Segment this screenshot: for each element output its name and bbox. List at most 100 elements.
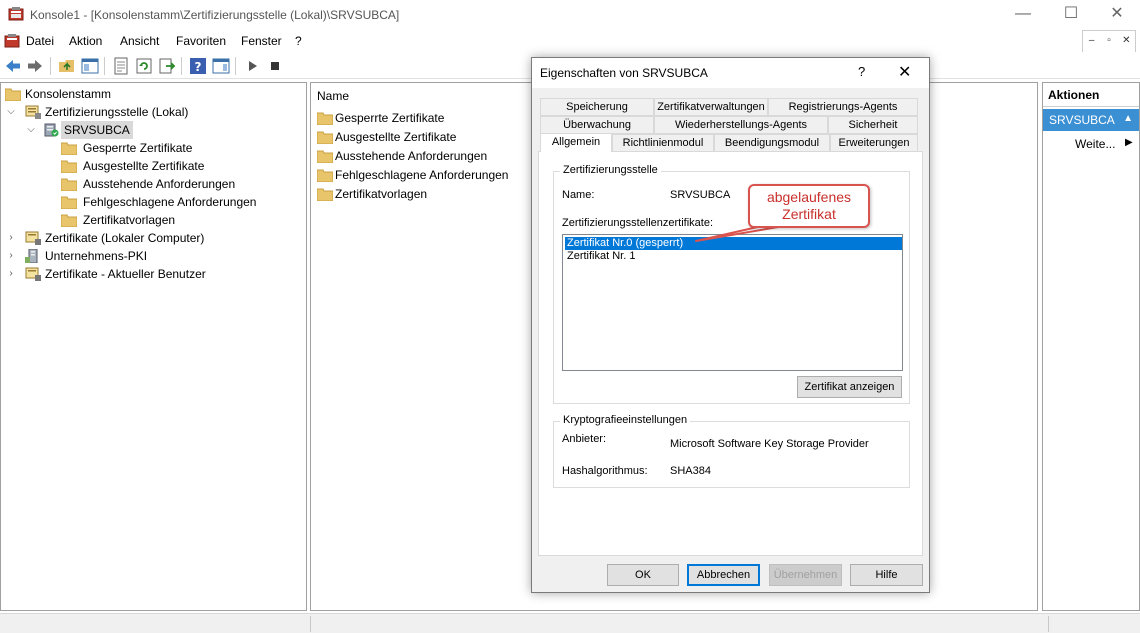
tab-speicherung[interactable]: Speicherung — [540, 98, 654, 116]
window-titlebar: Konsole1 - [Konsolenstamm\Zertifizierung… — [0, 0, 1140, 30]
help-icon[interactable]: ? — [189, 57, 207, 75]
ok-button[interactable]: OK — [607, 564, 679, 586]
tab-ueberwachung[interactable]: Überwachung — [540, 116, 654, 134]
list-item-label: Zertifikatvorlagen — [335, 187, 428, 201]
tree-label-pending: Ausstehende Anforderungen — [83, 177, 236, 191]
menu-help[interactable]: ? — [295, 34, 302, 48]
folder-icon — [317, 112, 333, 125]
tab-wiederherstellungs-agents[interactable]: Wiederherstellungs-Agents — [654, 116, 828, 134]
folder-icon — [317, 188, 333, 201]
provider-value: Microsoft Software Key Storage Provider — [670, 438, 869, 450]
forward-arrow-icon[interactable] — [26, 57, 44, 75]
folder-icon — [317, 150, 333, 163]
more-actions-link[interactable]: Weite... — [1075, 137, 1115, 151]
refresh-icon[interactable] — [135, 57, 153, 75]
properties-icon[interactable] — [112, 57, 130, 75]
expand-chevron-icon[interactable]: › — [5, 265, 17, 283]
up-folder-icon[interactable] — [58, 57, 76, 75]
tree-label-ca-local: Zertifizierungsstelle (Lokal) — [45, 105, 189, 119]
crypto-groupbox: Kryptografieeinstellungen — [553, 414, 910, 488]
export-list-icon[interactable] — [158, 57, 176, 75]
folder-icon — [61, 178, 77, 191]
list-item-label: Ausstehende Anforderungen — [335, 149, 488, 163]
properties-dialog: Eigenschaften von SRVSUBCA ? ✕ Speicheru… — [531, 57, 930, 593]
tab-erweiterungen[interactable]: Erweiterungen — [830, 134, 918, 152]
tree-label-server: SRVSUBCA — [61, 121, 133, 139]
cert-list-item-1[interactable]: Zertifikat Nr. 1 — [565, 250, 902, 263]
annotation-callout: abgelaufenes Zertifikat — [748, 184, 870, 228]
close-button[interactable]: ✕ — [1094, 0, 1140, 30]
window-title: Konsole1 - [Konsolenstamm\Zertifizierung… — [30, 8, 400, 22]
menu-ansicht[interactable]: Ansicht — [120, 34, 159, 48]
tab-richtlinienmodul[interactable]: Richtlinienmodul — [612, 134, 714, 152]
folder-icon — [61, 160, 77, 173]
show-hide-tree-icon[interactable] — [81, 57, 99, 75]
tree-label-revoked: Gesperrte Zertifikate — [83, 141, 193, 155]
tree-label-enterprise-pki: Unternehmens-PKI — [45, 249, 148, 263]
menu-aktion[interactable]: Aktion — [69, 34, 102, 48]
tab-sicherheit[interactable]: Sicherheit — [828, 116, 918, 134]
ca-certificates-list[interactable]: Zertifikat Nr.0 (gesperrt) Zertifikat Nr… — [562, 234, 903, 371]
folder-icon — [61, 214, 77, 227]
folder-icon — [5, 88, 21, 101]
ca-certs-label: Zertifizierungsstellenzertifikate: — [562, 217, 714, 229]
hash-label: Hashalgorithmus: — [562, 465, 648, 477]
stop-service-icon[interactable] — [266, 57, 284, 75]
expand-chevron-icon[interactable]: › — [5, 247, 17, 265]
certification-authority-icon — [25, 105, 41, 119]
tree-label-failed: Fehlgeschlagene Anforderungen — [83, 195, 257, 209]
start-service-icon[interactable] — [244, 57, 262, 75]
actions-section-srvsubca[interactable]: SRVSUBCA ▲ — [1043, 109, 1139, 131]
dialog-help-button[interactable]: ? — [858, 64, 865, 79]
dialog-title: Eigenschaften von SRVSUBCA — [540, 66, 708, 80]
dialog-titlebar: Eigenschaften von SRVSUBCA ? ✕ — [532, 58, 929, 88]
list-item-label: Gesperrte Zertifikate — [335, 111, 445, 125]
mdi-minimize-button[interactable]: – — [1083, 31, 1100, 52]
folder-icon — [61, 196, 77, 209]
provider-label: Anbieter: — [562, 433, 607, 445]
collapse-chevron-icon[interactable]: ⌵ — [5, 103, 17, 121]
status-bar — [0, 613, 1140, 633]
tab-zertifikatverwaltungen[interactable]: Zertifikatverwaltungen — [654, 98, 768, 116]
mdi-close-button[interactable]: ✕ — [1118, 31, 1135, 52]
minimize-button[interactable]: — — [1000, 0, 1046, 30]
cancel-button[interactable]: Abbrechen — [687, 564, 760, 586]
actions-section-label: SRVSUBCA — [1049, 113, 1115, 127]
menu-bar: Datei Aktion Ansicht Favoriten Fenster ? — [0, 30, 1140, 52]
tree-label-templates: Zertifikatvorlagen — [83, 213, 176, 227]
back-arrow-icon[interactable] — [4, 57, 22, 75]
column-header-name[interactable]: Name — [317, 89, 349, 103]
tab-allgemein[interactable]: Allgemein — [540, 133, 612, 152]
menu-datei[interactable]: Datei — [26, 34, 54, 48]
callout-line-1: abgelaufenes — [766, 189, 852, 205]
help-button[interactable]: Hilfe — [850, 564, 923, 586]
folder-icon — [61, 142, 77, 155]
view-certificate-button[interactable]: Zertifikat anzeigen — [797, 376, 902, 398]
ca-group-title: Zertifizierungsstelle — [560, 164, 661, 176]
name-label: Name: — [562, 189, 595, 201]
menu-favoriten[interactable]: Favoriten — [176, 34, 226, 48]
mdi-window-buttons: – ▫ ✕ — [1082, 30, 1136, 52]
menu-fenster[interactable]: Fenster — [241, 34, 282, 48]
svg-text:?: ? — [195, 60, 202, 74]
collapse-chevron-icon[interactable]: ⌵ — [25, 121, 37, 139]
maximize-button[interactable]: ☐ — [1048, 0, 1094, 30]
console-tree: Konsolenstamm ⌵ Zertifizierungsstelle (L… — [0, 82, 307, 611]
dialog-close-button[interactable]: ✕ — [898, 62, 911, 82]
cert-list-item-0[interactable]: Zertifikat Nr.0 (gesperrt) — [565, 237, 902, 250]
expand-chevron-icon[interactable]: › — [5, 229, 17, 247]
show-action-pane-icon[interactable] — [212, 57, 230, 75]
hash-value: SHA384 — [670, 465, 711, 477]
collapse-triangle-icon[interactable]: ▲ — [1123, 113, 1133, 124]
tab-beendigungsmodul[interactable]: Beendigungsmodul — [714, 134, 830, 152]
tree-label-issued: Ausgestellte Zertifikate — [83, 159, 205, 173]
tree-label-certs-computer: Zertifikate (Lokaler Computer) — [45, 231, 205, 245]
folder-icon — [317, 131, 333, 144]
actions-header: Aktionen — [1043, 83, 1139, 107]
mdi-restore-button[interactable]: ▫ — [1100, 31, 1117, 52]
mmc-menu-icon[interactable] — [4, 33, 20, 48]
folder-icon — [317, 169, 333, 182]
certificates-snapin-icon — [25, 267, 41, 281]
tab-registrierungs-agents[interactable]: Registrierungs-Agents — [768, 98, 918, 116]
name-value: SRVSUBCA — [670, 189, 731, 201]
